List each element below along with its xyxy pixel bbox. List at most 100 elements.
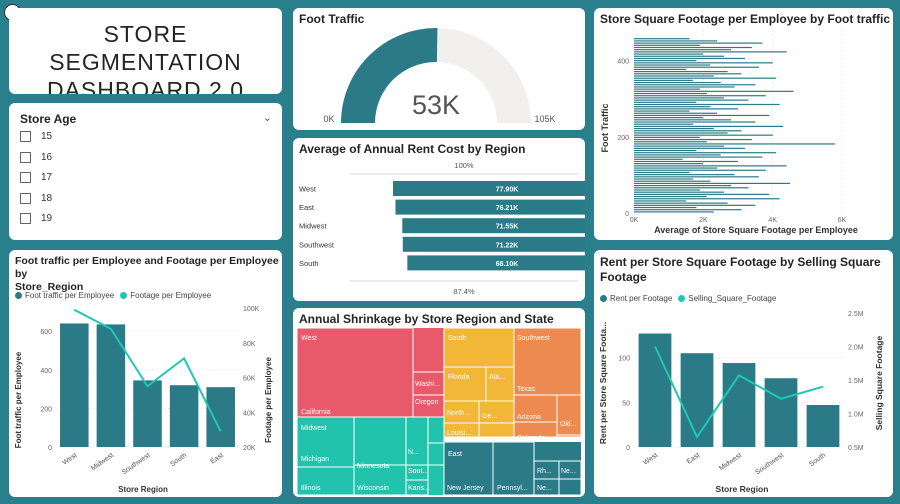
scatter-bar <box>634 209 742 211</box>
scatter-bar <box>634 202 728 204</box>
treemap-label-michigan: Michigan <box>301 456 329 463</box>
treemap-label-ne-2: Ne... <box>537 485 552 492</box>
ytick-label: 600 <box>40 329 52 336</box>
scatter-bar <box>634 198 780 200</box>
scatter-bar <box>634 44 700 46</box>
foot-traffic-combo-card[interactable]: Foot traffic per Employee and Footage pe… <box>9 250 282 497</box>
gauge-max-label: 105K <box>534 114 555 124</box>
scatter-bar <box>634 57 745 60</box>
slicer-title: Store Age <box>20 112 77 126</box>
shrinkage-treemap-card[interactable]: Annual Shrinkage by Store Region and Sta… <box>293 308 585 497</box>
treemap-oklahoma[interactable] <box>556 394 582 436</box>
scatter-bar <box>634 71 728 73</box>
scatter-ytick-label: 0 <box>625 211 629 218</box>
checkbox[interactable] <box>20 212 31 224</box>
bar <box>764 378 798 447</box>
funnel-value-label: 76.21K <box>496 205 519 212</box>
slicer-item[interactable]: 19 <box>20 210 52 226</box>
scatter-bar <box>634 143 836 145</box>
checkbox[interactable] <box>20 192 31 204</box>
slicer-item-label: 15 <box>41 130 53 142</box>
scatter-bar <box>634 49 732 51</box>
combo1-xlabel: Store Region <box>118 485 168 494</box>
scatter-bar <box>634 84 756 86</box>
scatter-bar <box>634 156 763 158</box>
scatter-bar <box>634 99 749 101</box>
checkbox[interactable] <box>20 151 31 163</box>
y2tick-label: 1.5M <box>848 378 864 385</box>
scatter-bar <box>634 90 794 92</box>
slicer-item[interactable]: 16 <box>20 149 52 165</box>
ytick-label: 100 <box>618 356 630 363</box>
rent-combo-card[interactable]: Rent per Store Square Footage by Selling… <box>594 250 893 497</box>
scatter-bar <box>634 132 728 134</box>
scatter-bar <box>634 178 693 180</box>
rent-funnel-card[interactable]: Average of Annual Rent Cost by Region 10… <box>293 138 585 301</box>
slicer-item-label: 18 <box>41 192 53 204</box>
scatter-bar <box>634 73 742 75</box>
treemap-minnesota[interactable] <box>353 416 407 466</box>
scatter-bar <box>634 66 759 68</box>
footage-by-traffic-card[interactable]: Store Square Footage per Employee by Foo… <box>594 8 893 240</box>
combo1-ylabel: Foot traffic per Employee <box>14 351 23 448</box>
ytick-label: 0 <box>626 445 630 452</box>
scatter-chart: Foot Traffic Average of Store Square Foo… <box>600 30 858 235</box>
slicer-item[interactable]: 17 <box>20 169 52 185</box>
scatter-xtick-label: 6K <box>838 217 847 224</box>
y2tick-label: 80K <box>243 341 256 348</box>
xtick-label: East <box>686 452 702 466</box>
slicer-item-label: 16 <box>41 151 53 163</box>
store-age-slicer: Store Age ⌄ 15 16 17 18 19 <box>9 103 282 240</box>
funnel-chart: 100% 87.4% 77.90K West 76.21K East 71.55K Mid… <box>299 161 585 296</box>
scatter-bar <box>634 97 725 99</box>
scatter-bar <box>634 95 766 97</box>
treemap-label-kans: Kans... <box>408 485 430 492</box>
treemap-label-illinois: Illinois <box>301 485 321 492</box>
scatter-bar <box>634 174 735 176</box>
funnel-value-label: 71.22K <box>496 242 519 249</box>
scatter-bar <box>634 193 770 195</box>
treemap-alabama[interactable] <box>485 366 515 402</box>
scatter-bar <box>634 64 711 66</box>
scatter-bar <box>634 191 725 193</box>
slicer-item[interactable]: 15 <box>20 128 52 144</box>
treemap-florida[interactable] <box>443 366 487 402</box>
scatter-ytick-label: 400 <box>617 59 629 66</box>
treemap-label-sout: Sout... <box>408 468 428 475</box>
scatter-bar <box>634 125 784 128</box>
checkbox[interactable] <box>20 171 31 183</box>
xtick-label: West <box>642 452 659 467</box>
funnel-bar <box>395 199 585 215</box>
scatter-bar <box>634 204 756 206</box>
treemap-nebraska[interactable] <box>405 416 429 466</box>
combo1-y2label: Footage per Employee <box>264 357 273 443</box>
scatter-bar <box>634 136 700 138</box>
treemap-ohio[interactable] <box>427 442 445 466</box>
ytick-label: 200 <box>40 406 52 413</box>
scatter-bar <box>634 134 773 136</box>
title-line-1: STORE SEGMENTATION <box>49 21 242 75</box>
scatter-bar <box>634 101 697 103</box>
scatter-ylabel: Foot Traffic <box>600 104 610 153</box>
xtick-label: South <box>808 452 827 468</box>
checkbox[interactable] <box>20 130 31 142</box>
funnel-category-label: West <box>299 185 317 194</box>
title-card: STORE SEGMENTATION DASHBOARD 2.0 <box>9 8 282 94</box>
foot-traffic-gauge-card[interactable]: Foot Traffic 53K 0K 105K <box>293 8 585 130</box>
treemap-label-washi: Washi... <box>415 381 440 388</box>
gauge-min-label: 0K <box>323 114 334 124</box>
scatter-bar <box>634 119 732 121</box>
treemap-label-wisconsin: Wisconsin <box>357 485 389 492</box>
treemap-other-east[interactable] <box>558 478 582 496</box>
scatter-bar <box>634 200 687 202</box>
slicer-item[interactable]: 18 <box>20 190 52 206</box>
scatter-bar <box>634 38 690 40</box>
scatter-ytick-label: 200 <box>617 135 629 142</box>
treemap-iowa[interactable] <box>427 416 445 444</box>
treemap-label-n: N... <box>408 449 419 456</box>
combo2-chart: Rent per Store Square Foota... Selling S… <box>598 311 884 494</box>
funnel-top-label: 100% <box>454 161 474 170</box>
chevron-down-icon[interactable]: ⌄ <box>263 111 272 124</box>
bar <box>638 333 672 447</box>
funnel-bar <box>393 181 585 196</box>
